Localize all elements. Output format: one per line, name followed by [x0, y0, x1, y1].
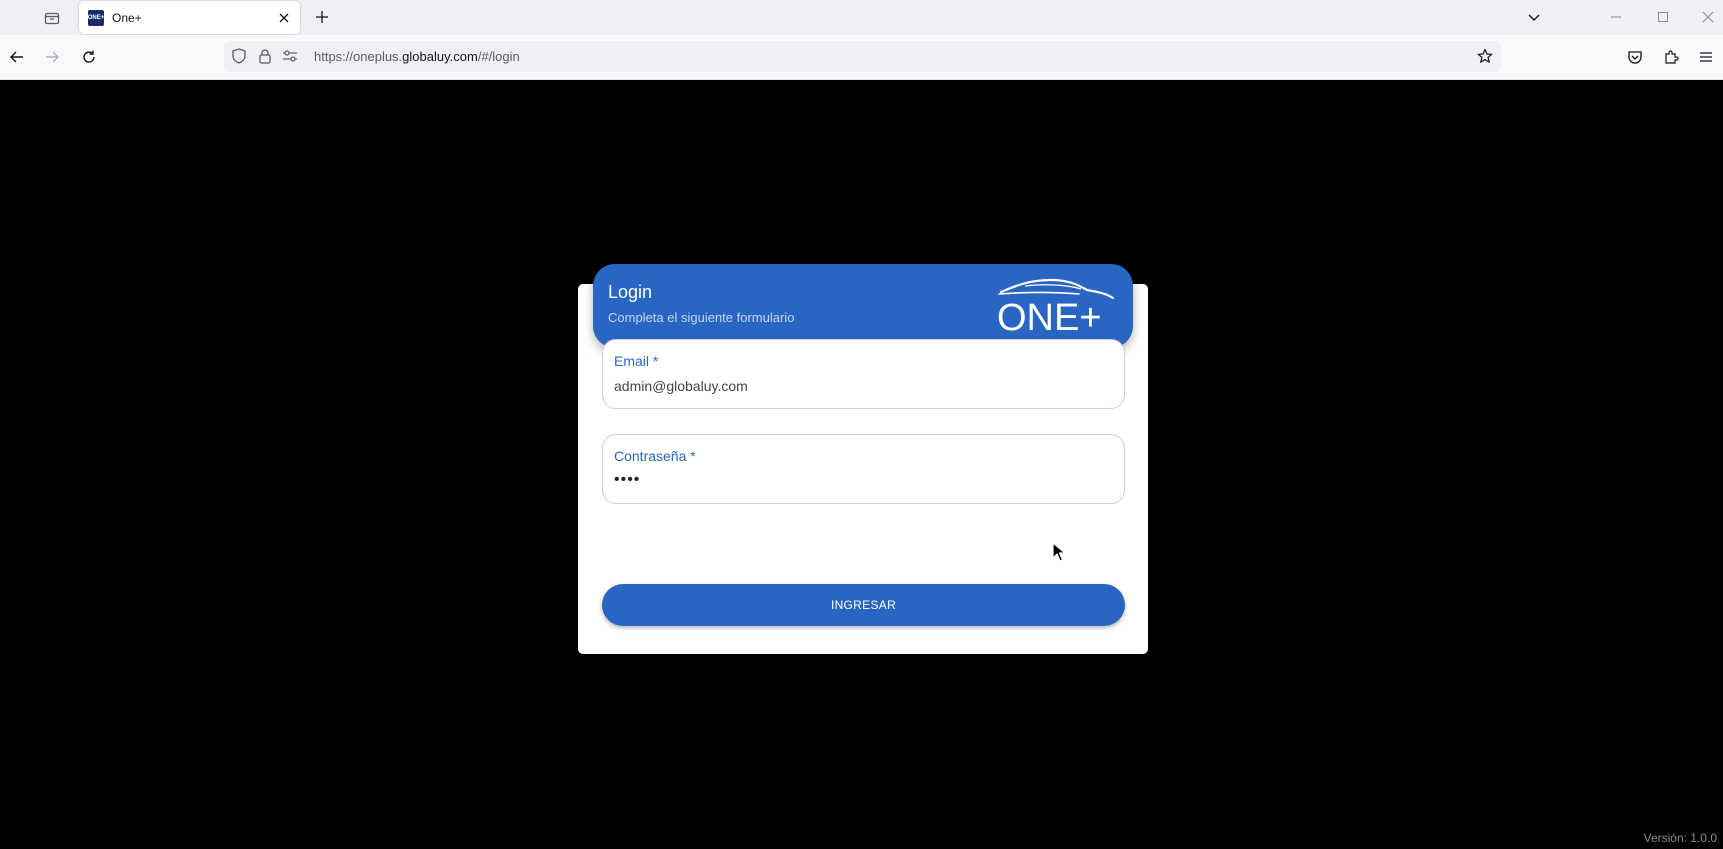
login-subtitle: Completa el siguiente formulario: [608, 310, 795, 325]
email-label: Email *: [614, 353, 659, 369]
url-host: globaluy.com: [402, 49, 478, 64]
email-field[interactable]: Email *: [602, 339, 1125, 409]
url-prefix: https://oneplus.: [314, 49, 403, 64]
minimize-window-icon[interactable]: [1602, 5, 1630, 29]
page-content: Login Completa el siguiente formulario O…: [0, 80, 1723, 849]
email-input[interactable]: [614, 376, 1104, 396]
address-bar[interactable]: https://oneplus.globaluy.com/#/login: [224, 41, 1501, 72]
browser-tab-bar: ONE+ One+: [0, 0, 1723, 35]
mouse-cursor-icon: [1052, 542, 1066, 562]
bookmark-star-icon[interactable]: [1474, 45, 1496, 67]
tracking-protection-shield-icon[interactable]: [228, 45, 250, 67]
tab-list-chevron-down-icon[interactable]: [1520, 5, 1548, 29]
permissions-icon[interactable]: [279, 45, 301, 67]
app-menu-hamburger-icon[interactable]: [1694, 45, 1718, 69]
browser-nav-bar: https://oneplus.globaluy.com/#/login: [0, 35, 1723, 80]
password-label: Contraseña *: [614, 448, 696, 464]
login-card-header: Login Completa el siguiente formulario O…: [593, 264, 1133, 348]
close-window-icon[interactable]: [1694, 5, 1722, 29]
password-field[interactable]: Contraseña * ••••: [602, 434, 1125, 504]
browser-tab-active[interactable]: ONE+ One+: [79, 1, 300, 34]
maximize-window-icon[interactable]: [1649, 5, 1677, 29]
login-title: Login: [608, 282, 653, 302]
reload-icon[interactable]: [77, 45, 101, 69]
logo-text: ONE+: [997, 297, 1102, 334]
close-tab-icon[interactable]: [272, 6, 296, 30]
one-plus-logo: ONE+: [997, 278, 1115, 334]
back-arrow-icon[interactable]: [5, 45, 29, 69]
new-tab-icon[interactable]: [310, 5, 334, 29]
pocket-icon[interactable]: [1623, 45, 1647, 69]
version-label: Versión: 1.0.0: [1643, 831, 1717, 845]
tab-favicon-icon: ONE+: [88, 9, 104, 26]
login-submit-button[interactable]: INGRESAR: [602, 584, 1125, 626]
forward-arrow-icon[interactable]: [40, 45, 64, 69]
url-path: /#/login: [477, 49, 520, 64]
lock-icon[interactable]: [254, 45, 276, 67]
tab-title: One+: [112, 10, 142, 25]
url-text[interactable]: https://oneplus.globaluy.com/#/login: [314, 49, 520, 64]
tab-overview-icon[interactable]: [40, 6, 64, 30]
extensions-puzzle-icon[interactable]: [1659, 45, 1683, 69]
password-input[interactable]: ••••: [614, 471, 1104, 491]
